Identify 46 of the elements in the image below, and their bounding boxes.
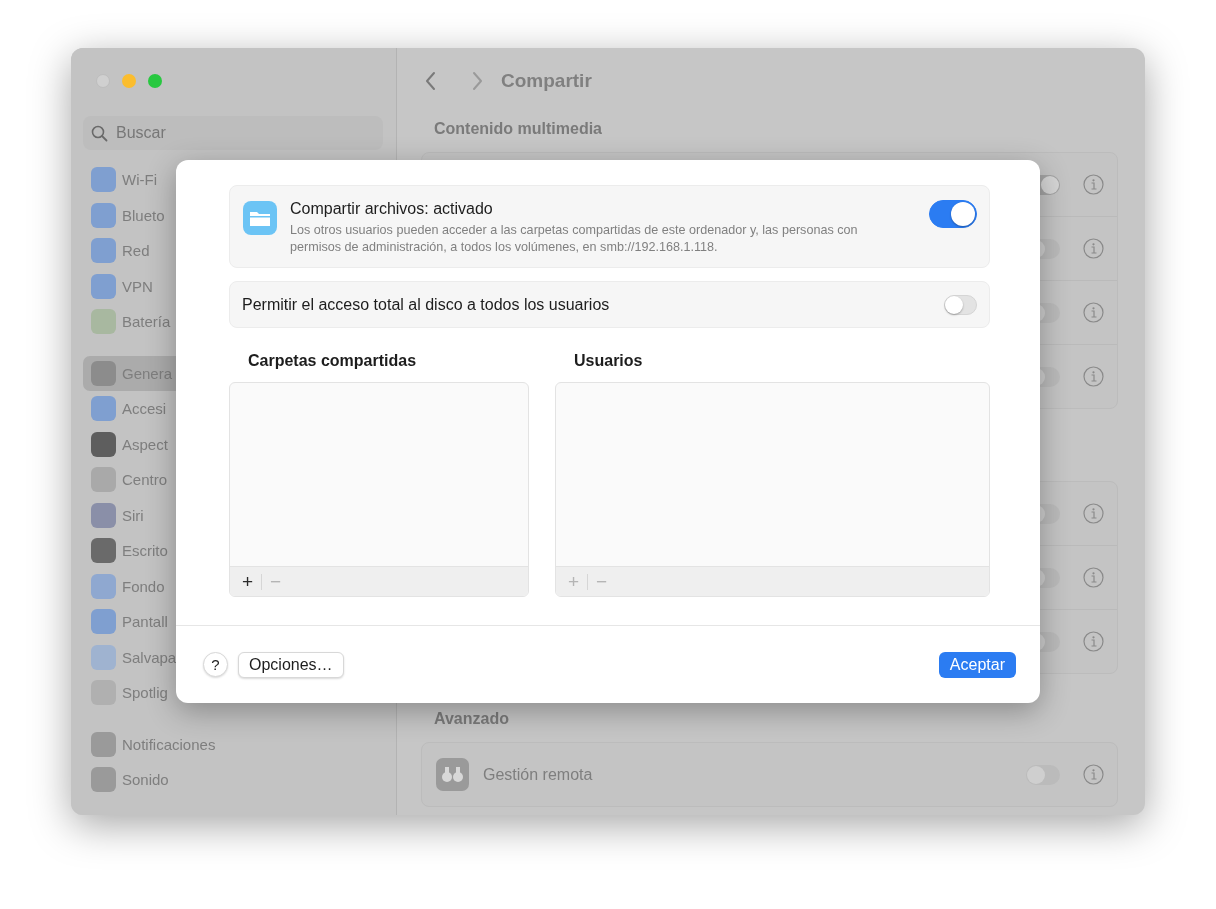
folder-icon	[243, 201, 277, 235]
back-icon[interactable]	[424, 71, 438, 91]
info-icon[interactable]	[1083, 238, 1104, 259]
sidebar-item[interactable]: Salvapa	[83, 639, 177, 675]
sidebar-item[interactable]: Fondo	[83, 568, 176, 604]
sidebar-item[interactable]: Centro	[83, 462, 176, 498]
accept-button[interactable]: Aceptar	[938, 651, 1016, 678]
option-label: Permitir el acceso total al disco a todos los usuarios	[242, 295, 611, 314]
options-button[interactable]: Opciones…	[238, 651, 344, 678]
info-icon[interactable]	[1083, 302, 1104, 323]
section-heading: Contenido multimedia	[434, 120, 603, 138]
service-title: Compartir archivos: activado	[290, 200, 494, 218]
search-icon	[91, 125, 108, 142]
service-description: Los otros usuarios pueden acceder a las carpetas compartidas de este ordenador y, las personas con permisos de administración, a todos los volúmenes, en smb://192.168.1.118.	[290, 222, 859, 256]
row-label: Gestión remota	[483, 765, 593, 784]
help-button[interactable]: ?	[203, 652, 228, 677]
forward-icon[interactable]	[470, 71, 484, 91]
list-heading: Carpetas compartidas	[247, 351, 418, 371]
info-icon[interactable]	[1083, 631, 1104, 652]
info-icon[interactable]	[1083, 174, 1104, 195]
zoom-icon[interactable]	[148, 74, 162, 88]
section-heading: Avanzado	[434, 710, 510, 728]
search-field[interactable]: Buscar	[83, 116, 383, 150]
info-icon[interactable]	[1083, 764, 1104, 785]
info-icon[interactable]	[1083, 503, 1104, 524]
sidebar-item[interactable]: Siri	[83, 497, 176, 533]
sidebar-item[interactable]: Blueto	[83, 197, 176, 233]
sidebar-item[interactable]: Aspect	[83, 426, 176, 462]
sidebar-item[interactable]: Wi-Fi	[83, 162, 176, 198]
sidebar-item[interactable]: Accesi	[83, 391, 176, 427]
minimize-icon[interactable]	[122, 74, 136, 88]
sidebar-item[interactable]: VPN	[83, 268, 176, 304]
sidebar-item[interactable]: Notificaciones	[83, 726, 216, 762]
sidebar-item[interactable]: Sonido	[83, 762, 176, 798]
add-button[interactable]: +	[236, 570, 260, 593]
binoculars-icon	[436, 758, 469, 791]
sidebar-item[interactable]: Escrito	[83, 533, 176, 569]
list-heading: Usuarios	[573, 351, 644, 371]
sidebar-item[interactable]: Red	[83, 233, 176, 269]
page-title: Compartir	[501, 70, 592, 92]
sidebar-item[interactable]: Spotlig	[83, 675, 176, 711]
info-icon[interactable]	[1083, 366, 1104, 387]
info-icon[interactable]	[1083, 567, 1104, 588]
toggle-switch[interactable]	[929, 200, 977, 228]
sidebar-item[interactable]: Pantall	[83, 604, 176, 640]
sidebar-item[interactable]: Batería	[83, 304, 176, 340]
